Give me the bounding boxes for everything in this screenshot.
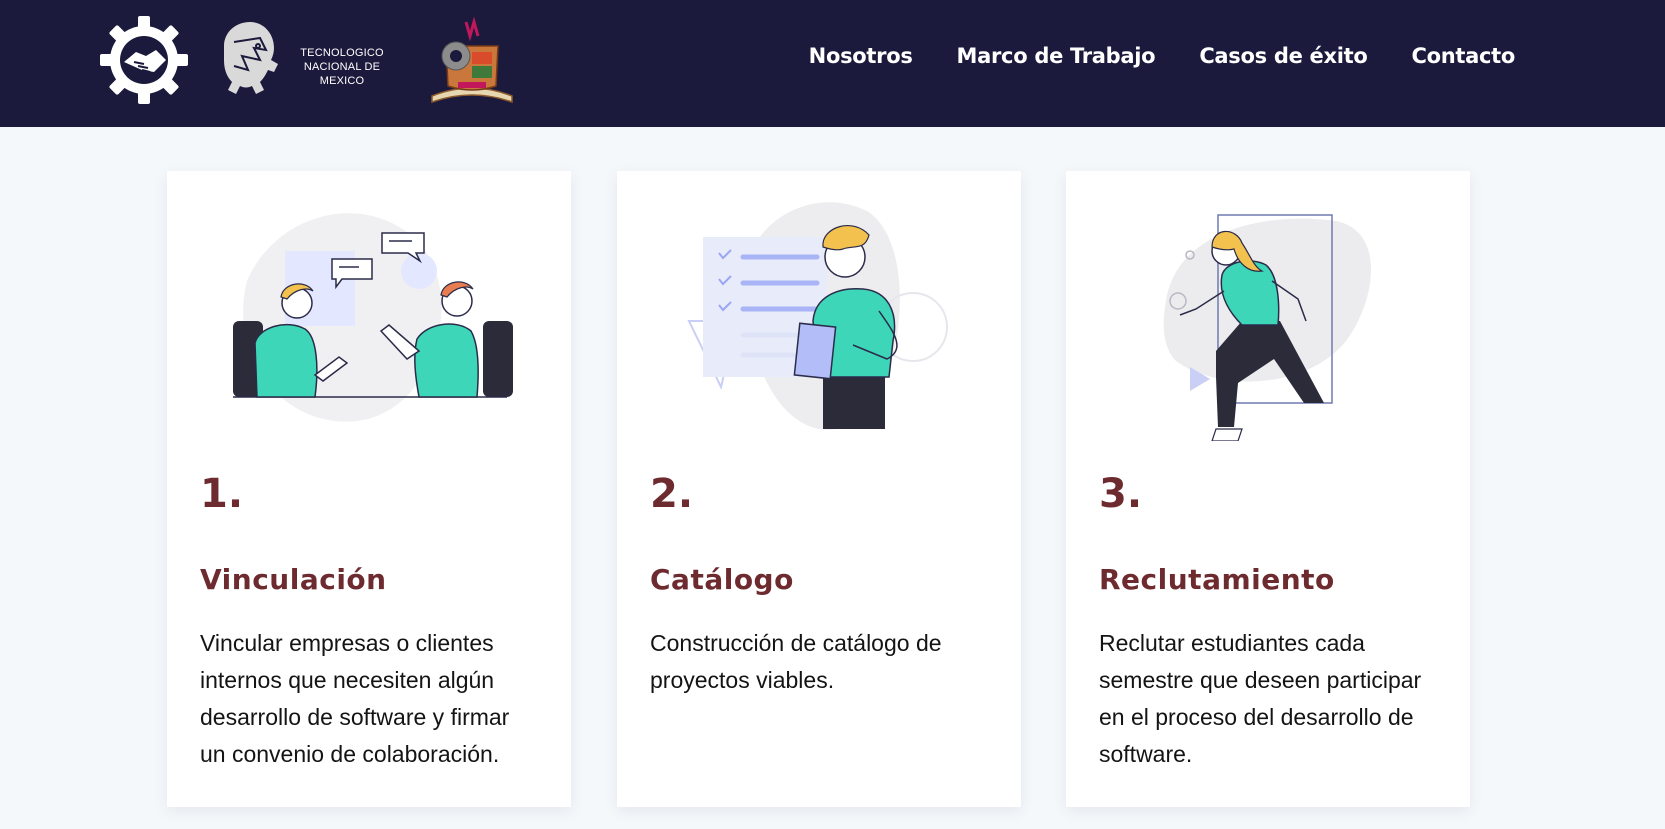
nav-link-marco-de-trabajo[interactable]: Marco de Trabajo [957, 44, 1156, 68]
step-number: 3. [1099, 471, 1143, 517]
nav-link-casos-de-exito[interactable]: Casos de éxito [1199, 44, 1367, 68]
step-description: Construcción de catálogo de proyectos vi… [650, 630, 942, 693]
step-card-vinculacion: 1. Vinculación Vincular empresas o clien… [167, 171, 571, 807]
top-navbar: TECNOLOGICO NACIONAL DE MEXICO Nosotros … [0, 0, 1665, 127]
step-title: Reclutamiento [1099, 563, 1335, 596]
nav-link-contacto[interactable]: Contacto [1411, 44, 1515, 68]
step-card-reclutamiento: 3. Reclutamiento Reclutar estudiantes ca… [1066, 171, 1470, 807]
step-card-catalogo: 2. Catálogo Construcción de catálogo de … [617, 171, 1021, 807]
person-with-checklist-illustration [617, 191, 1021, 441]
handshake-gear-logo-icon[interactable] [100, 16, 188, 104]
two-people-talking-illustration [167, 191, 571, 441]
tecnm-logo[interactable]: TECNOLOGICO NACIONAL DE MEXICO [220, 16, 400, 106]
institute-crest-logo-icon[interactable] [426, 16, 518, 108]
tecnm-logo-line1: TECNOLOGICO [300, 47, 384, 59]
step-title: Vinculación [200, 563, 387, 596]
step-description: Reclutar estudiantes cada semestre que d… [1099, 630, 1422, 767]
tecnm-logo-line2: NACIONAL DE MEXICO [303, 61, 381, 87]
step-description: Vincular empresas o clientes internos qu… [200, 630, 510, 767]
nav-link-nosotros[interactable]: Nosotros [809, 44, 913, 68]
main-nav: Nosotros Marco de Trabajo Casos de éxito… [809, 44, 1516, 68]
step-number: 2. [650, 471, 694, 517]
tecnm-logo-text: TECNOLOGICO NACIONAL DE MEXICO [284, 46, 400, 88]
person-stepping-through-door-illustration [1066, 191, 1470, 442]
step-title: Catálogo [650, 563, 794, 596]
step-number: 1. [200, 471, 244, 517]
